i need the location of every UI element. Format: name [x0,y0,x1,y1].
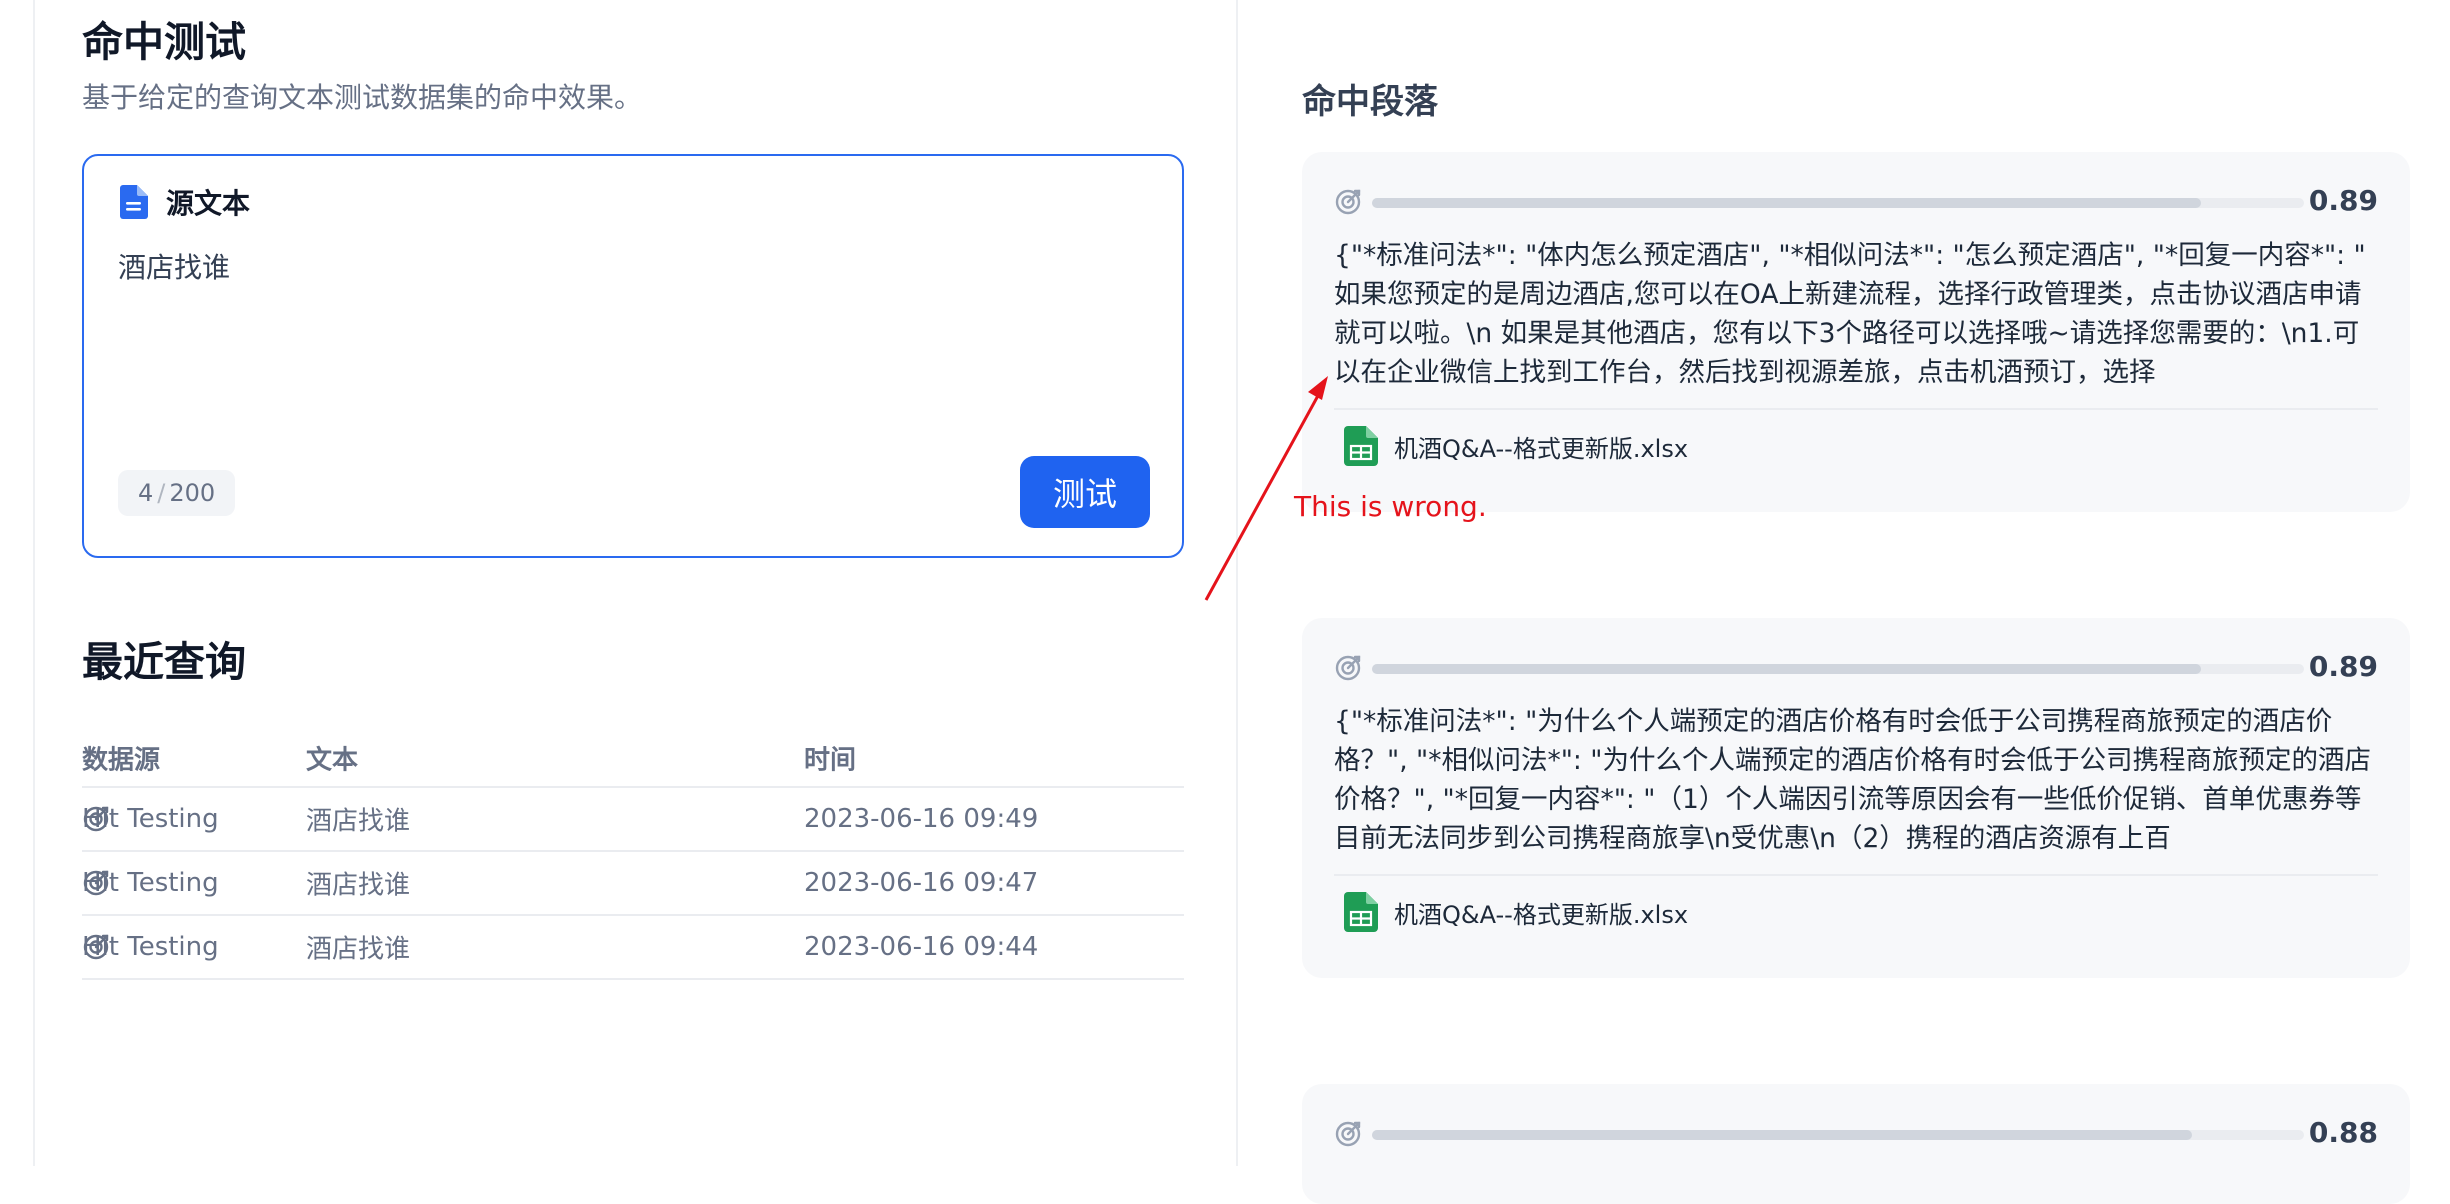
table-header: 数据源 文本 时间 [82,730,1184,788]
score-bar [1372,1130,2304,1140]
page-subtitle: 基于给定的查询文本测试数据集的命中效果。 [82,81,643,114]
recent-queries-title: 最近查询 [82,638,246,686]
score-bar [1372,664,2304,674]
hit-source-file[interactable]: 机酒Q&A--格式更新版.xlsx [1344,892,1688,932]
target-icon [1335,189,1361,215]
hit-card[interactable]: 0.88 [1302,1084,2410,1204]
row-source: Hit Testing [82,932,219,962]
annotation-text: This is wrong. [1294,490,1487,523]
score-bar-fill [1372,1130,2193,1140]
hit-source-file[interactable]: 机酒Q&A--格式更新版.xlsx [1344,426,1688,466]
char-counter: 4 / 200 [118,470,236,516]
score-bar [1372,198,2304,208]
header-time: 时间 [804,745,857,776]
document-icon [120,185,148,219]
row-source-label: Hit Testing [82,932,219,962]
spreadsheet-icon [1344,426,1378,466]
row-time: 2023-06-16 09:47 [804,868,1039,898]
score-value: 0.89 [2308,650,2378,683]
row-text: 酒店找谁 [306,806,411,837]
row-text: 酒店找谁 [306,934,411,965]
panel-divider [1236,0,1238,1166]
spreadsheet-icon [1344,892,1378,932]
test-button[interactable]: 测试 [1020,456,1150,528]
hit-score-row: 0.89 [1334,650,2378,686]
row-time: 2023-06-16 09:49 [804,804,1039,834]
target-icon [1335,655,1361,681]
row-source-label: Hit Testing [82,804,219,834]
row-text: 酒店找谁 [306,870,411,901]
target-icon [1335,1121,1361,1147]
source-text-box[interactable]: 源文本 酒店找谁 4 / 200 测试 [82,154,1184,558]
char-count-max: 200 [169,479,216,507]
hit-separator [1334,874,2378,876]
row-source: Hit Testing [82,868,219,898]
char-count-separator: / [157,479,166,507]
row-source-label: Hit Testing [82,868,219,898]
page-title: 命中测试 [82,18,246,66]
score-value: 0.88 [2308,1116,2378,1149]
file-name: 机酒Q&A--格式更新版.xlsx [1394,434,1689,463]
recent-queries-table: 数据源 文本 时间 Hit Testing 酒店找谁 2023-06-16 09… [82,730,1184,980]
hit-content: {"*标准问法*": "体内怎么预定酒店", "*相似问法*": "怎么预定酒店… [1334,240,2366,388]
header-source: 数据源 [82,745,161,776]
row-time: 2023-06-16 09:44 [804,932,1039,962]
hit-paragraphs-title: 命中段落 [1302,82,1438,122]
source-header: 源文本 [120,182,250,222]
hit-score-row: 0.88 [1334,1116,2378,1152]
score-bar-fill [1372,198,2202,208]
hit-content: {"*标准问法*": "为什么个人端预定的酒店价格有时会低于公司携程商旅预定的酒… [1334,706,2371,854]
table-row[interactable]: Hit Testing 酒店找谁 2023-06-16 09:44 [82,916,1184,980]
hit-card[interactable]: 0.89 {"*标准问法*": "体内怎么预定酒店", "*相似问法*": "怎… [1302,152,2410,512]
hit-card[interactable]: 0.89 {"*标准问法*": "为什么个人端预定的酒店价格有时会低于公司携程商… [1302,618,2410,978]
hit-separator [1334,408,2378,410]
score-bar-fill [1372,664,2202,674]
left-border [33,0,35,1166]
source-label: 源文本 [166,187,251,220]
score-value: 0.89 [2308,184,2378,217]
table-row[interactable]: Hit Testing 酒店找谁 2023-06-16 09:47 [82,852,1184,916]
row-source: Hit Testing [82,804,219,834]
table-row[interactable]: Hit Testing 酒店找谁 2023-06-16 09:49 [82,788,1184,852]
file-name: 机酒Q&A--格式更新版.xlsx [1394,900,1689,929]
char-count-current: 4 [138,479,154,507]
header-text: 文本 [306,745,359,776]
source-text-input[interactable]: 酒店找谁 [118,246,230,286]
hit-score-row: 0.89 [1334,184,2378,220]
